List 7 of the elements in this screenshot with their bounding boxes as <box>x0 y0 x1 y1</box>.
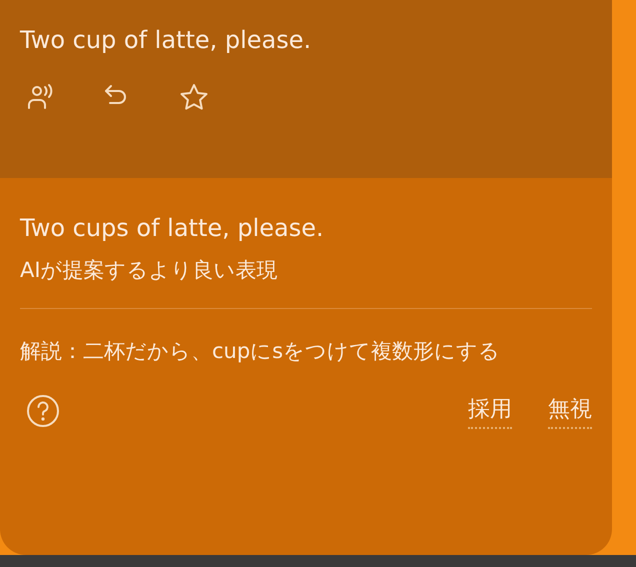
text-button[interactable]: 採用 <box>468 394 512 429</box>
suggested-sentence: Two cups of latte, please. <box>20 214 325 242</box>
original-sentence: Two cup of latte, please. <box>20 26 312 54</box>
text-button[interactable]: 無視 <box>548 394 592 429</box>
help-icon[interactable] <box>26 394 60 428</box>
suggestion-caption: AIが提案するより良い表現 <box>20 257 279 284</box>
explanation-text: 解説：二杯だから、cupにsをつけて複数形にする <box>20 338 502 365</box>
